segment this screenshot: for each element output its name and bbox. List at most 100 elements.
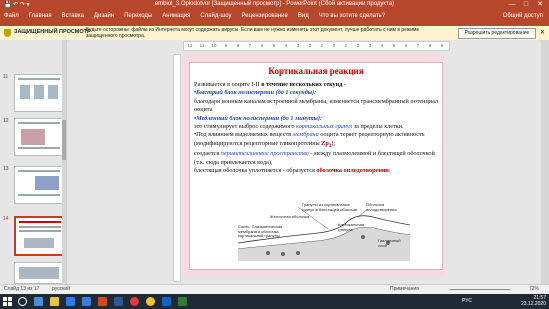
ruler-tick: 11 xyxy=(199,43,205,48)
powerpoint-icon[interactable] xyxy=(98,297,107,306)
file-explorer-icon[interactable] xyxy=(50,297,59,306)
slide-body-text[interactable]: Развивается в ооците I-II в течение неск… xyxy=(194,81,438,176)
ruler-tick: 4 xyxy=(380,43,384,48)
thumbnail-number: 11 xyxy=(3,74,9,80)
diagram-label: Гранулы из кортикальных гранул в блестящ… xyxy=(302,202,358,212)
text-run: создается xyxy=(194,150,221,158)
text-run: ); xyxy=(331,139,336,147)
paragraph: блестящая оболочка уплотняется - образуе… xyxy=(194,167,438,175)
thumbnail-number: 13 xyxy=(3,166,9,172)
text-run: Развивается в ооците I-II xyxy=(194,81,262,88)
slide-thumbnail-14-selected[interactable] xyxy=(14,216,66,256)
opera-icon[interactable] xyxy=(130,297,139,306)
diagram-label: Желточная оболочка xyxy=(270,214,310,219)
keyboard-language[interactable]: РУС xyxy=(462,298,472,304)
editor-scrollbar[interactable] xyxy=(541,40,549,284)
text-run: это стимулирует выброс содержимого xyxy=(194,123,296,131)
ruler-tick: 9 xyxy=(224,43,228,48)
chrome-icon[interactable] xyxy=(146,297,155,306)
paragraph: •Под влиянием выделяемых веществ мембран… xyxy=(194,131,438,150)
edge-icon[interactable] xyxy=(66,297,75,306)
tab-view[interactable]: Вид xyxy=(298,13,309,19)
share-button[interactable]: Общий доступ xyxy=(503,13,543,19)
ruler-tick: 5 xyxy=(392,43,396,48)
protected-view-label: ЗАЩИЩЕННЫЙ ПРОСМОТР xyxy=(14,29,91,35)
language-indicator[interactable]: русский xyxy=(52,286,70,292)
text-run: Zp xyxy=(321,139,329,147)
ruler-tick: 4 xyxy=(284,43,288,48)
thumbnail-number: 14 xyxy=(3,216,9,222)
tab-design[interactable]: Дизайн xyxy=(94,13,114,19)
window-controls: — □ ✕ xyxy=(505,0,547,10)
slide-editor: 12 11 10 9 8 7 6 5 4 3 2 1 0 1 2 3 4 5 6 7 8 9 Кортикальная р… xyxy=(68,40,540,284)
enable-editing-button[interactable]: Разрешить редактирование xyxy=(458,28,536,39)
thumbnails-scrollbar[interactable] xyxy=(62,40,66,284)
tab-file[interactable]: Файл xyxy=(4,13,19,19)
status-bar: Слайд 13 из 17 русский Примечания 72% xyxy=(0,284,549,294)
ruler-tick: 7 xyxy=(248,43,252,48)
ruler-tick: 3 xyxy=(368,43,372,48)
notes-button[interactable]: Примечания xyxy=(390,286,419,292)
tab-insert[interactable]: Вставка xyxy=(62,13,84,19)
minimize-button[interactable]: — xyxy=(505,0,519,10)
ruler-tick: 12 xyxy=(187,43,193,48)
maximize-button[interactable]: □ xyxy=(519,0,533,10)
slide-content-panel: Кортикальная реакция Развивается в ооцит… xyxy=(189,62,443,270)
tab-review[interactable]: Рецензирование xyxy=(242,13,288,19)
text-run: •Под влиянием выделяемых веществ xyxy=(194,131,293,139)
ruler-tick: 1 xyxy=(344,43,348,48)
ruler-tick: 8 xyxy=(428,43,432,48)
tell-me-search[interactable]: Что вы хотите сделать? xyxy=(319,13,385,19)
tab-slideshow[interactable]: Слайд-шоу xyxy=(200,13,231,19)
text-run: мембрана xyxy=(292,131,319,139)
search-icon[interactable] xyxy=(18,297,27,306)
slide-thumbnails-pane: 11 12 13 14 xyxy=(0,40,67,284)
ribbon: Файл Главная Вставка Дизайн Переходы Ани… xyxy=(0,10,549,26)
paragraph: •Медленный блок полиспермии (до 1 минуты… xyxy=(194,115,438,132)
diagram-label: Кортикальная гранула xyxy=(338,222,364,232)
zoom-slider[interactable] xyxy=(450,289,510,290)
horizontal-ruler: 12 11 10 9 8 7 6 5 4 3 2 1 0 1 2 3 4 5 6 7 8 9 xyxy=(183,41,450,51)
ruler-tick: 6 xyxy=(260,43,264,48)
protected-view-message: Будьте осторожны: файлы из Интернета мог… xyxy=(86,27,420,39)
ruler-tick: 1 xyxy=(320,43,324,48)
text-run: блестящая оболочка уплотняется - образуе… xyxy=(194,167,317,175)
text-run: •Быстрый блок полиспермии (до 1 секунды)… xyxy=(194,89,317,97)
ruler-tick: 5 xyxy=(272,43,276,48)
text-run: за пределы клетки. xyxy=(352,123,404,131)
zoom-level[interactable]: 72% xyxy=(529,286,539,292)
ruler-tick: 0 xyxy=(332,43,336,48)
word-icon[interactable] xyxy=(114,297,123,306)
store-icon[interactable] xyxy=(82,297,91,306)
app-icon[interactable] xyxy=(162,297,171,306)
text-run: кортикальных гранул xyxy=(295,123,353,131)
slide-thumbnail-next[interactable] xyxy=(14,262,64,284)
text-run: . xyxy=(388,167,391,175)
slide-thumbnail-12[interactable] xyxy=(14,118,64,156)
slide-thumbnail-13[interactable] xyxy=(14,166,64,204)
slide-counter: Слайд 13 из 17 xyxy=(4,286,40,292)
excel-icon[interactable] xyxy=(178,297,187,306)
close-icon[interactable]: ✕ xyxy=(540,29,545,36)
slide-thumbnail-11[interactable] xyxy=(14,74,64,112)
close-button[interactable]: ✕ xyxy=(533,0,547,10)
ruler-tick: 9 xyxy=(440,43,444,48)
title-bar: 💾 ↶ ↷ ▾ embiol_3.Oplodotvor [Защищенный … xyxy=(0,0,549,10)
diagram-label: Гиалиновый слой xyxy=(378,238,401,248)
tab-transitions[interactable]: Переходы xyxy=(124,13,152,19)
diagram-label: Оболочка оплодотворения xyxy=(366,202,397,212)
text-run: благодаря ионным каналам встроенной мемб… xyxy=(194,97,438,114)
vertical-ruler xyxy=(173,54,181,282)
tab-animations[interactable]: Анимация xyxy=(162,13,190,19)
slide-canvas[interactable]: Кортикальная реакция Развивается в ооцит… xyxy=(183,54,445,276)
system-clock[interactable]: 21:57 23.12.2020 xyxy=(521,295,546,307)
windows-taskbar: РУС 21:57 23.12.2020 xyxy=(0,294,549,309)
ribbon-tabs: Файл Главная Вставка Дизайн Переходы Ани… xyxy=(4,13,385,19)
window-title: embiol_3.Oplodotvor [Защищенный просмотр… xyxy=(154,1,395,7)
windows-start-icon[interactable] xyxy=(3,297,12,306)
cortical-reaction-diagram: Гранулы из кортикальных гранул в блестящ… xyxy=(237,202,411,263)
task-view-icon[interactable] xyxy=(34,297,43,306)
scrollbar-thumb[interactable] xyxy=(62,120,66,160)
tab-home[interactable]: Главная xyxy=(29,13,52,19)
clock-date: 23.12.2020 xyxy=(520,301,546,307)
